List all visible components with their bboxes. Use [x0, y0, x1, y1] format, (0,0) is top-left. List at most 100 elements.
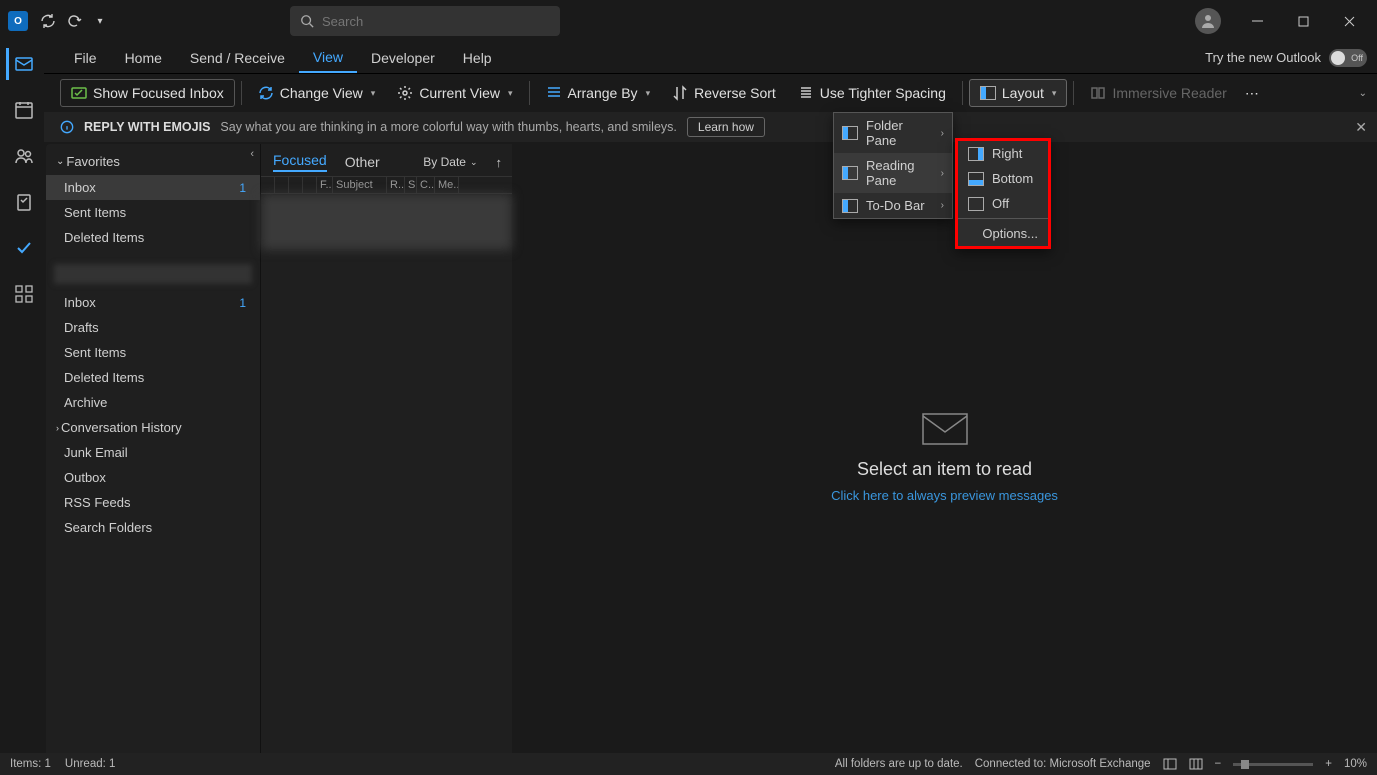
layout-icon — [980, 86, 996, 100]
rail-todo-icon[interactable] — [6, 232, 38, 264]
menu-off[interactable]: Off — [958, 191, 1048, 216]
change-view-button[interactable]: Change View▾ — [248, 80, 386, 106]
folder-deleted-items[interactable]: Deleted Items — [46, 365, 260, 390]
status-unread: Unread: 1 — [65, 758, 116, 770]
folder-sent-items[interactable]: Sent Items — [46, 340, 260, 365]
show-focused-inbox-button[interactable]: Show Focused Inbox — [60, 79, 235, 107]
folder-search-folders[interactable]: Search Folders — [46, 515, 260, 540]
immersive-reader-button: Immersive Reader — [1080, 80, 1236, 106]
status-bar: Items: 1 Unread: 1 All folders are up to… — [0, 753, 1377, 775]
favorites-header[interactable]: ⌄Favorites — [46, 144, 260, 175]
rail-people-icon[interactable] — [6, 140, 38, 172]
gear-icon — [397, 85, 413, 101]
current-view-button[interactable]: Current View▾ — [387, 80, 522, 106]
folder-rss-feeds[interactable]: RSS Feeds — [46, 490, 260, 515]
folder-sent-items[interactable]: Sent Items — [46, 200, 260, 225]
tab-developer[interactable]: Developer — [357, 44, 449, 72]
always-preview-link[interactable]: Click here to always preview messages — [831, 488, 1058, 503]
rail-tasks-icon[interactable] — [6, 186, 38, 218]
reverse-sort-button[interactable]: Reverse Sort — [662, 80, 786, 106]
folder-inbox[interactable]: Inbox1 — [46, 175, 260, 200]
sort-by-button[interactable]: By Date⌄ — [423, 155, 477, 169]
close-button[interactable] — [1329, 6, 1369, 36]
view-normal-icon[interactable] — [1163, 758, 1177, 770]
focused-icon — [71, 85, 87, 101]
tab-other[interactable]: Other — [345, 154, 380, 170]
reading-pane-title: Select an item to read — [857, 459, 1032, 480]
folder-inbox[interactable]: Inbox1 — [46, 290, 260, 315]
main-content: ‹ ⌄Favorites Inbox1 Sent Items Deleted I… — [0, 142, 1377, 771]
reading-pane-icon — [842, 166, 858, 180]
learn-how-button[interactable]: Learn how — [687, 117, 765, 137]
menu-right[interactable]: Right — [958, 141, 1048, 166]
sort-direction-icon[interactable]: ↑ — [496, 155, 503, 170]
folder-outbox[interactable]: Outbox — [46, 465, 260, 490]
folder-conversation-history[interactable]: ›Conversation History — [46, 415, 260, 440]
status-connection: Connected to: Microsoft Exchange — [975, 758, 1151, 770]
folder-drafts[interactable]: Drafts — [46, 315, 260, 340]
tab-file[interactable]: File — [60, 44, 111, 72]
rail-more-apps-icon[interactable] — [6, 278, 38, 310]
zoom-in-icon[interactable]: + — [1325, 758, 1332, 770]
account-header[interactable] — [54, 264, 252, 284]
status-sync: All folders are up to date. — [835, 758, 963, 770]
tab-help[interactable]: Help — [449, 44, 506, 72]
maximize-button[interactable] — [1283, 6, 1323, 36]
info-icon — [60, 120, 74, 134]
info-bar: REPLY WITH EMOJIS Say what you are think… — [0, 112, 1377, 142]
infobar-title: REPLY WITH EMOJIS — [84, 120, 210, 134]
spacing-icon — [798, 85, 814, 101]
menu-bottom[interactable]: Bottom — [958, 166, 1048, 191]
undo-icon[interactable] — [64, 11, 84, 31]
layout-button[interactable]: Layout▾ — [969, 79, 1068, 107]
todo-bar-icon — [842, 199, 858, 213]
message-list: Focused Other By Date⌄ ↑ F.. Subject R..… — [260, 144, 512, 771]
view-reading-icon[interactable] — [1189, 758, 1203, 770]
ribbon-tabs: File Home Send / Receive View Developer … — [0, 42, 1377, 74]
tab-focused[interactable]: Focused — [273, 152, 327, 172]
zoom-out-icon[interactable]: − — [1215, 758, 1222, 770]
zoom-level[interactable]: 10% — [1344, 758, 1367, 770]
layout-menu: Folder Pane› Reading Pane› To-Do Bar› — [833, 112, 953, 219]
pane-bottom-icon — [968, 172, 984, 186]
minimize-button[interactable] — [1237, 6, 1277, 36]
account-avatar[interactable] — [1195, 8, 1221, 34]
pane-off-icon — [968, 197, 984, 211]
menu-reading-pane[interactable]: Reading Pane› — [834, 153, 952, 193]
tab-send-receive[interactable]: Send / Receive — [176, 44, 299, 72]
arrange-icon — [546, 85, 562, 101]
folder-deleted-items[interactable]: Deleted Items — [46, 225, 260, 250]
tab-home[interactable]: Home — [111, 44, 176, 72]
search-box[interactable] — [290, 6, 560, 36]
pane-right-icon — [968, 147, 984, 161]
search-input[interactable] — [322, 14, 550, 29]
message-row[interactable] — [261, 194, 512, 250]
try-new-outlook-toggle[interactable]: Off — [1329, 49, 1367, 67]
change-view-icon — [258, 85, 274, 101]
infobar-close-icon[interactable]: ✕ — [1355, 119, 1367, 136]
left-nav-rail — [0, 42, 44, 741]
arrange-by-button[interactable]: Arrange By▾ — [536, 80, 661, 106]
menu-todo-bar[interactable]: To-Do Bar› — [834, 193, 952, 218]
try-new-outlook-label: Try the new Outlook — [1205, 50, 1321, 65]
qat-customize-icon[interactable]: ▾ — [90, 11, 110, 31]
folder-junk-email[interactable]: Junk Email — [46, 440, 260, 465]
tab-view[interactable]: View — [299, 43, 357, 73]
ribbon-expand-icon[interactable]: ⌄ — [1359, 88, 1367, 99]
menu-options[interactable]: Options... — [958, 221, 1048, 246]
sync-icon[interactable] — [38, 11, 58, 31]
ribbon-overflow-button[interactable]: ⋯ — [1239, 80, 1265, 107]
menu-folder-pane[interactable]: Folder Pane› — [834, 113, 952, 153]
tighter-spacing-button[interactable]: Use Tighter Spacing — [788, 80, 956, 106]
column-headers[interactable]: F.. Subject R.. S C.. Me.. — [261, 176, 512, 194]
app-icon: O — [8, 11, 28, 31]
reading-pane-submenu: Right Bottom Off Options... — [955, 138, 1051, 249]
reading-pane: Select an item to read Click here to alw… — [512, 144, 1377, 771]
envelope-icon — [922, 413, 968, 445]
folder-archive[interactable]: Archive — [46, 390, 260, 415]
folder-pane: ‹ ⌄Favorites Inbox1 Sent Items Deleted I… — [46, 144, 260, 771]
zoom-slider[interactable] — [1233, 763, 1313, 766]
folder-pane-icon — [842, 126, 858, 140]
title-bar: O ▾ — [0, 0, 1377, 42]
folder-pane-collapse-icon[interactable]: ‹ — [250, 148, 254, 160]
